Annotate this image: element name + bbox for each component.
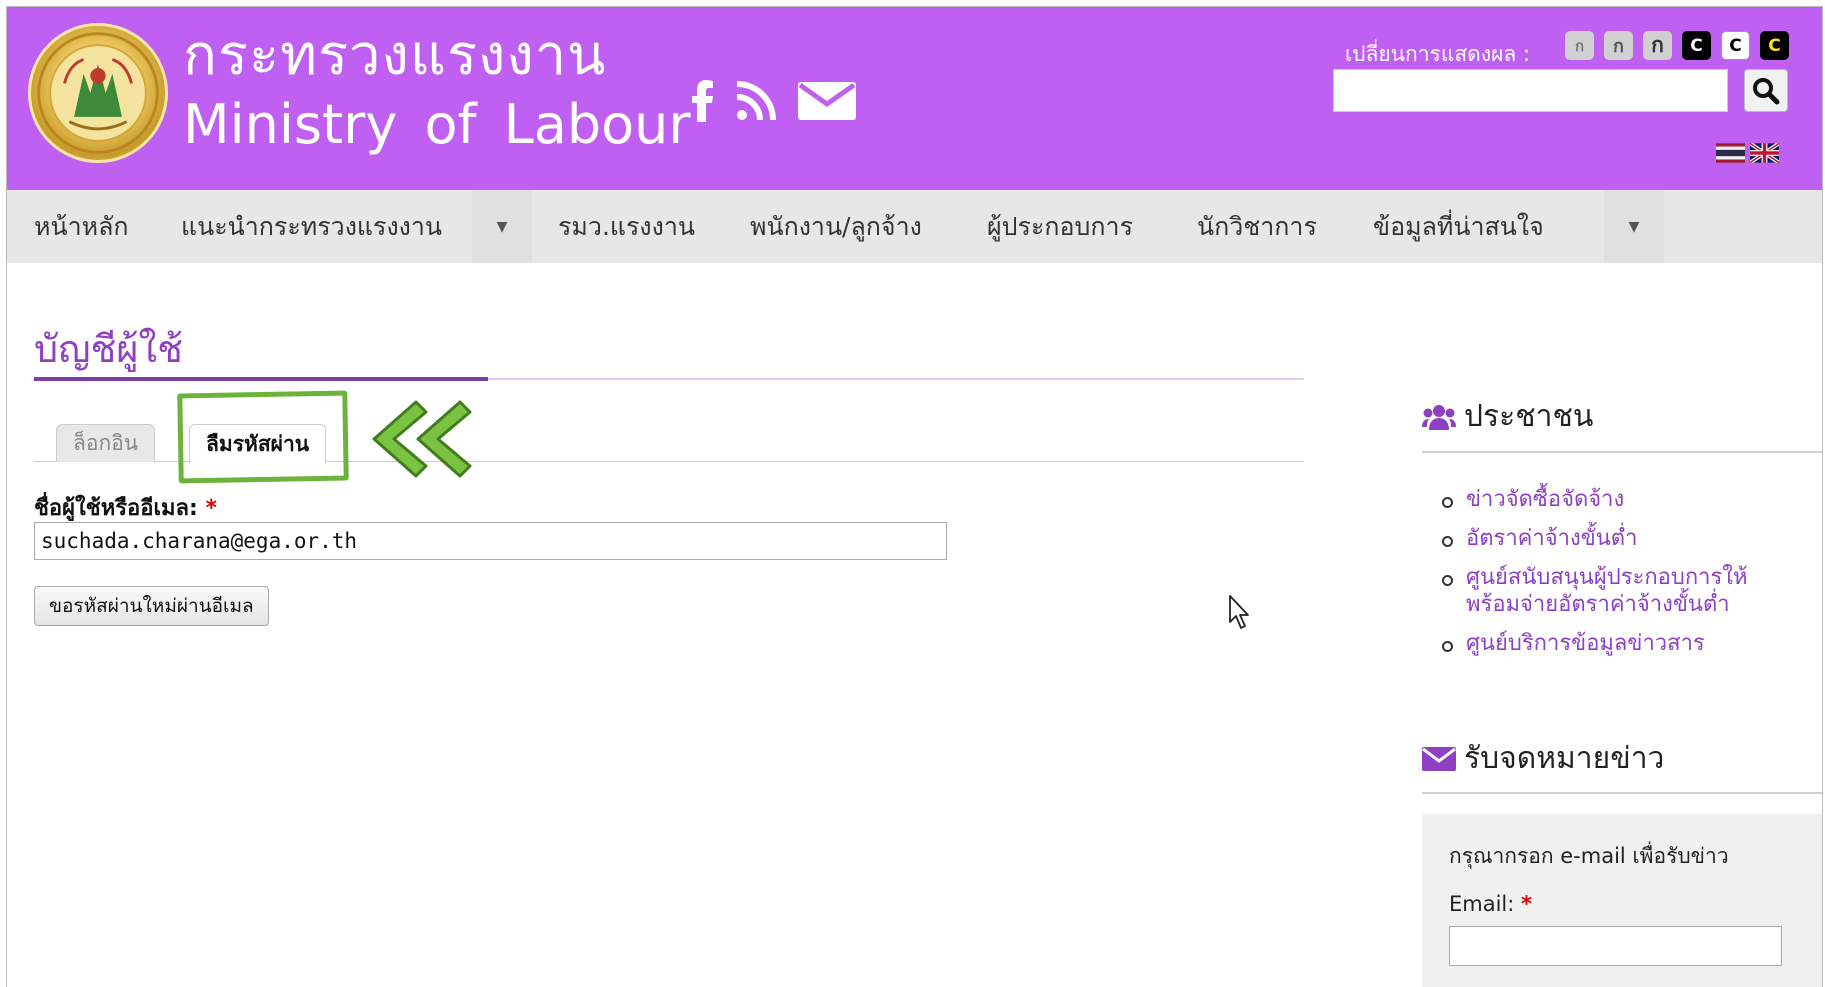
double-chevron-left-icon bbox=[372, 400, 472, 478]
newsletter-heading-divider bbox=[1422, 792, 1822, 794]
nav-item-minister[interactable]: รมว.แรงงาน bbox=[558, 190, 695, 263]
nav-item-entrepreneurs[interactable]: ผู้ประกอบการ bbox=[987, 190, 1133, 263]
sidebar-link-entrepreneur-support-center[interactable]: ศูนย์สนับสนุนผู้ประกอบการให้ พร้อมจ่ายอัต… bbox=[1440, 564, 1748, 618]
people-links-list: ข่าวจัดซื้อจัดจ้าง อัตราค่าจ้างขั้นต่ำ ศ… bbox=[1440, 486, 1748, 669]
sidebar-link-procurement-news[interactable]: ข่าวจัดซื้อจัดจ้าง bbox=[1440, 486, 1748, 513]
request-new-password-button[interactable]: ขอรหัสผ่านใหม่ผ่านอีเมล bbox=[34, 586, 269, 626]
rss-icon[interactable] bbox=[736, 81, 776, 125]
emblem-icon bbox=[37, 32, 159, 154]
newsletter-email-label-text: Email: bbox=[1449, 892, 1515, 916]
ministry-logo[interactable] bbox=[28, 23, 168, 163]
nav-item-interesting-info[interactable]: ข้อมูลที่น่าสนใจ bbox=[1373, 190, 1544, 263]
sidebar-link-label: ศูนย์บริการข้อมูลข่าวสาร bbox=[1466, 631, 1705, 656]
site-title-english: Ministry of Labour bbox=[183, 93, 691, 156]
nav-item-about-ministry[interactable]: แนะนำกระทรวงแรงงาน bbox=[181, 190, 442, 263]
contrast-white-black-button[interactable]: C bbox=[1721, 31, 1750, 60]
username-email-label-text: ชื่อผู้ใช้หรืออีเมล: bbox=[34, 496, 198, 521]
sidebar-link-label: ข่าวจัดซื้อจัดจ้าง bbox=[1466, 487, 1625, 512]
newsletter-email-label: Email: * bbox=[1449, 892, 1532, 916]
sidebar-link-label: อัตราค่าจ้างขั้นต่ำ bbox=[1466, 526, 1638, 551]
display-mode-buttons: ก ก ก C C C bbox=[1565, 31, 1789, 60]
tab-login[interactable]: ล็อกอิน bbox=[56, 424, 156, 462]
search-button[interactable] bbox=[1744, 69, 1788, 112]
display-mode-label: เปลี่ยนการแสดงผล : bbox=[1345, 42, 1530, 66]
newsletter-instructions: กรุณากรอก e-mail เพื่อรับข่าว bbox=[1449, 844, 1729, 868]
nav-item-employees[interactable]: พนักงาน/ลูกจ้าง bbox=[750, 190, 922, 263]
facebook-icon[interactable] bbox=[692, 80, 714, 126]
username-email-label: ชื่อผู้ใช้หรืออีเมล: * bbox=[34, 490, 217, 525]
tab-highlight-annotation bbox=[177, 390, 349, 484]
uk-flag-icon[interactable] bbox=[1750, 143, 1779, 163]
search-input[interactable] bbox=[1333, 69, 1728, 112]
people-heading-divider bbox=[1422, 451, 1822, 453]
sidebar-link-label: ศูนย์สนับสนุนผู้ประกอบการให้ bbox=[1466, 565, 1748, 590]
sidebar-link-label-line2: พร้อมจ่ายอัตราค่าจ้างขั้นต่ำ bbox=[1466, 592, 1730, 617]
search-icon bbox=[1753, 77, 1780, 104]
newsletter-email-field[interactable] bbox=[1449, 926, 1782, 966]
sidebar-link-information-service-center[interactable]: ศูนย์บริการข้อมูลข่าวสาร bbox=[1440, 630, 1748, 657]
people-heading: ประชาชน bbox=[1422, 393, 1593, 440]
users-icon bbox=[1422, 404, 1456, 430]
font-large-button[interactable]: ก bbox=[1643, 31, 1672, 60]
nav-about-dropdown-arrow[interactable]: ▼ bbox=[472, 190, 532, 263]
required-marker: * bbox=[1521, 892, 1533, 916]
page-title: บัญชีผู้ใช้ bbox=[34, 327, 183, 371]
main-navigation: หน้าหลัก แนะนำกระทรวงแรงงาน ▼ รมว.แรงงาน… bbox=[7, 190, 1822, 263]
envelope-icon bbox=[1422, 746, 1456, 771]
required-marker: * bbox=[205, 496, 217, 521]
people-heading-label: ประชาชน bbox=[1464, 399, 1594, 434]
nav-info-dropdown-arrow[interactable]: ▼ bbox=[1604, 190, 1664, 263]
font-small-button[interactable]: ก bbox=[1565, 31, 1594, 60]
social-links bbox=[692, 80, 856, 126]
contrast-yellow-black-button[interactable]: C bbox=[1760, 31, 1789, 60]
newsletter-box: กรุณากรอก e-mail เพื่อรับข่าว Email: * bbox=[1422, 814, 1822, 987]
newsletter-heading: รับจดหมายข่าว bbox=[1422, 735, 1664, 782]
username-email-field[interactable] bbox=[34, 522, 947, 560]
contrast-black-white-button[interactable]: C bbox=[1682, 31, 1711, 60]
mouse-pointer-icon bbox=[1229, 595, 1249, 629]
font-medium-button[interactable]: ก bbox=[1604, 31, 1633, 60]
nav-item-academics[interactable]: นักวิชาการ bbox=[1197, 190, 1317, 263]
site-title-thai: กระทรวงแรงงาน bbox=[183, 23, 607, 88]
thai-flag-icon[interactable] bbox=[1716, 143, 1745, 163]
nav-item-home[interactable]: หน้าหลัก bbox=[34, 190, 129, 263]
mail-icon[interactable] bbox=[798, 82, 856, 124]
sidebar-link-minimum-wage[interactable]: อัตราค่าจ้างขั้นต่ำ bbox=[1440, 525, 1748, 552]
title-divider-accent bbox=[34, 377, 488, 381]
language-flags bbox=[1716, 143, 1779, 163]
newsletter-heading-label: รับจดหมายข่าว bbox=[1464, 741, 1665, 776]
